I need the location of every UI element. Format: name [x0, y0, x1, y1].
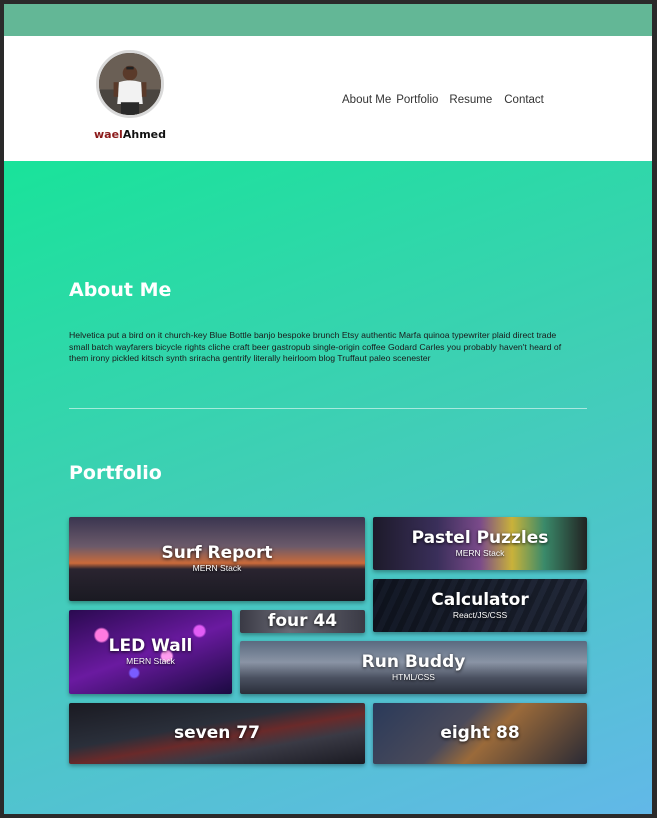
tile-title: four 44: [267, 611, 338, 631]
tile-subtitle: MERN Stack: [455, 547, 505, 558]
tile-title: seven 77: [174, 723, 260, 743]
tile-title: Run Buddy: [361, 651, 466, 672]
portfolio-tile-run-buddy[interactable]: Run Buddy HTML/CSS: [240, 641, 587, 694]
main-content: About Me Helvetica put a bird on it chur…: [4, 161, 652, 814]
site-header: waelAhmed About Me Portfolio Resume Cont…: [4, 36, 652, 161]
page-frame: waelAhmed About Me Portfolio Resume Cont…: [4, 4, 652, 814]
portfolio-tile-four[interactable]: four 44: [240, 610, 365, 633]
main-nav: About Me Portfolio Resume Contact: [342, 94, 544, 106]
tile-subtitle: React/JS/CSS: [452, 609, 508, 620]
portfolio-tile-seven[interactable]: seven 77: [69, 703, 365, 764]
brand-logo[interactable]: waelAhmed: [90, 128, 170, 141]
brand-last: Ahmed: [122, 128, 166, 141]
tile-title: LED Wall: [108, 636, 193, 656]
nav-about[interactable]: About Me: [342, 94, 391, 106]
tile-subtitle: HTML/CSS: [392, 671, 435, 682]
portfolio-tile-pastel-puzzles[interactable]: Pastel Puzzles MERN Stack: [373, 517, 587, 570]
about-text: Helvetica put a bird on it church-key Bl…: [69, 330, 562, 363]
top-strip: [4, 4, 652, 36]
avatar[interactable]: [96, 50, 164, 118]
portfolio-tile-calculator[interactable]: Calculator React/JS/CSS: [373, 579, 587, 632]
nav-resume[interactable]: Resume: [449, 94, 492, 106]
portfolio-tile-surf-report[interactable]: Surf Report MERN Stack: [69, 517, 365, 601]
nav-contact[interactable]: Contact: [504, 94, 544, 106]
nav-portfolio[interactable]: Portfolio: [396, 94, 438, 106]
tile-title: eight 88: [440, 723, 520, 743]
tile-subtitle: MERN Stack: [192, 563, 242, 573]
portfolio-tile-led-wall[interactable]: LED Wall MERN Stack: [69, 610, 232, 694]
brand-first: wael: [94, 128, 123, 141]
tile-title: Pastel Puzzles: [411, 527, 549, 548]
tile-title: Calculator: [431, 589, 529, 610]
about-heading: About Me: [69, 279, 172, 301]
section-divider: [69, 408, 587, 409]
tile-subtitle: MERN Stack: [126, 656, 175, 666]
portfolio-heading: Portfolio: [69, 462, 162, 484]
tile-title: Surf Report: [161, 543, 273, 563]
profile-photo: [99, 53, 161, 115]
portfolio-tile-eight[interactable]: eight 88: [373, 703, 587, 764]
